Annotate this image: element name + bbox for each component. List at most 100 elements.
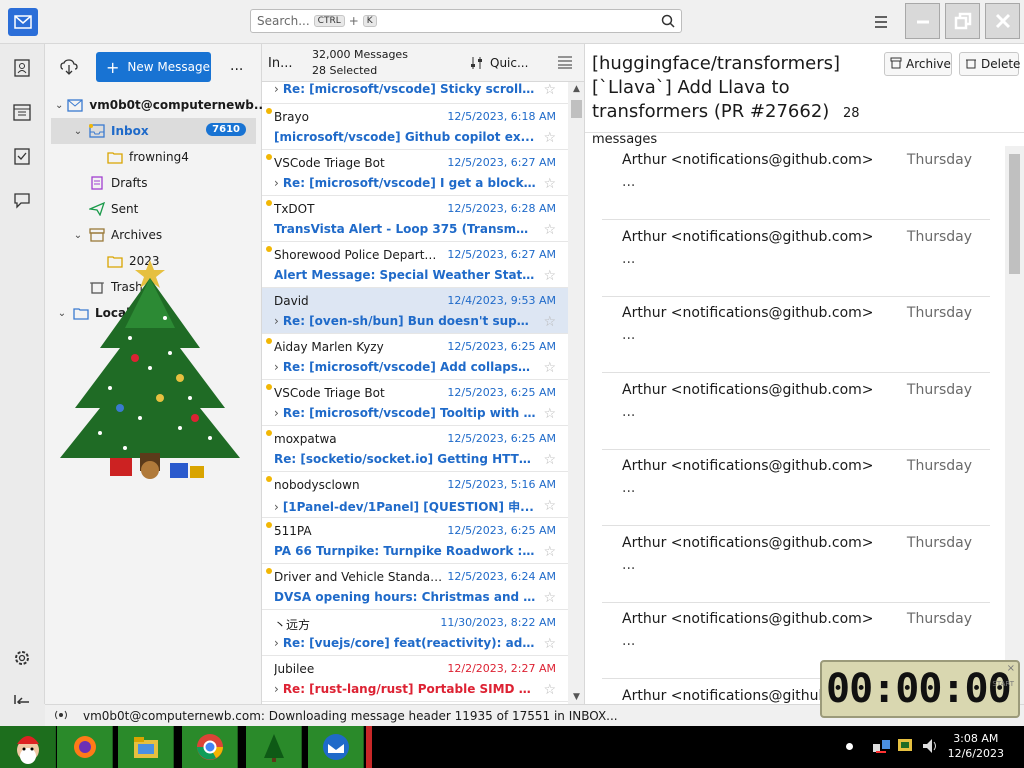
message-row[interactable]: Driver and Vehicle Standards ... 12/5/202… xyxy=(262,564,568,610)
countdown-timer-widget[interactable]: 00:00:00 START × xyxy=(820,660,1020,718)
thread-chevron-icon[interactable]: › xyxy=(274,82,279,96)
star-icon[interactable]: ☆ xyxy=(543,268,556,284)
star-icon[interactable]: ☆ xyxy=(543,222,556,238)
account-mail-icon xyxy=(67,98,84,112)
message-subject: › [1Panel-dev/1Panel] [QUESTION] 申... xyxy=(274,498,536,515)
scroll-thumb[interactable] xyxy=(1009,154,1020,274)
get-messages-icon[interactable] xyxy=(59,58,79,79)
thread-message-row[interactable]: Arthur <notifications@github.com> Thursda… xyxy=(602,144,990,220)
tasks-icon[interactable] xyxy=(12,146,32,166)
folder-archives[interactable]: ⌄ Archives xyxy=(45,222,262,248)
star-icon[interactable]: ☆ xyxy=(543,176,556,192)
thread-chevron-icon[interactable]: › xyxy=(274,176,279,190)
thread-sender: Arthur <notifications@github.com> xyxy=(622,228,874,245)
volume-icon[interactable] xyxy=(920,736,940,759)
thread-chevron-icon[interactable]: › xyxy=(274,682,279,696)
message-list-scrollbar[interactable]: ▲ ▼ xyxy=(568,82,584,704)
file-explorer-taskbar-icon[interactable] xyxy=(118,726,174,768)
network-icon[interactable] xyxy=(872,736,892,759)
notification-dot-icon[interactable] xyxy=(846,743,853,750)
message-row[interactable]: moxpatwa 12/5/2023, 6:25 AM Re: [socketio/… xyxy=(262,426,568,472)
chevron-down-icon[interactable]: ⌄ xyxy=(71,126,85,137)
calendar-icon[interactable] xyxy=(12,102,32,122)
chat-icon[interactable] xyxy=(12,190,32,210)
archive-button[interactable]: Archive xyxy=(884,52,952,76)
thunderbird-taskbar-icon[interactable] xyxy=(308,726,364,768)
message-row[interactable]: Aiday Marlen Kyzy 12/5/2023, 6:25 AM › Re: … xyxy=(262,334,568,380)
message-row[interactable]: 丶远方 11/30/2023, 8:22 AM › Re: [vuejs/core] … xyxy=(262,610,568,656)
sent-icon xyxy=(87,201,106,217)
message-subject: › Re: [vuejs/core] feat(reactivity): add … xyxy=(274,636,536,650)
star-icon[interactable]: ☆ xyxy=(543,314,556,330)
message-row[interactable]: David 12/4/2023, 9:53 AM › Re: [oven-sh/bun… xyxy=(262,288,568,334)
thread-chevron-icon[interactable]: › xyxy=(274,314,279,328)
thread-chevron-icon[interactable]: › xyxy=(274,636,279,650)
scroll-thumb[interactable] xyxy=(571,100,582,118)
app-menu-icon[interactable] xyxy=(870,12,892,32)
star-icon[interactable]: ☆ xyxy=(543,544,556,560)
settings-gear-icon[interactable] xyxy=(12,648,32,668)
delete-button[interactable]: Delete xyxy=(959,52,1020,76)
star-icon[interactable]: ☆ xyxy=(543,636,556,652)
christmas-tree-taskbar-icon[interactable] xyxy=(246,726,302,768)
folder-drafts[interactable]: Drafts xyxy=(45,170,262,196)
timer-start-label[interactable]: START xyxy=(992,680,1014,688)
search-icon[interactable] xyxy=(661,14,675,31)
search-input[interactable]: Search... CTRL + K xyxy=(250,9,682,33)
folder-frowning4[interactable]: frowning4 xyxy=(45,144,262,170)
thread-sender: Arthur <notifications@github.com> xyxy=(622,458,874,474)
message-row[interactable]: VSCode Triage Bot 12/5/2023, 6:25 AM › Re: … xyxy=(262,380,568,426)
firefox-taskbar-icon[interactable] xyxy=(57,726,113,768)
thread-chevron-icon[interactable]: › xyxy=(274,406,279,420)
star-icon[interactable]: ☆ xyxy=(543,82,556,98)
chrome-taskbar-icon[interactable] xyxy=(182,726,238,768)
star-icon[interactable]: ☆ xyxy=(543,130,556,146)
online-status-icon[interactable] xyxy=(53,708,69,725)
message-row[interactable]: › Re: [microsoft/vscode] Sticky scroll s.… xyxy=(262,68,568,104)
message-row[interactable]: 511PA 12/5/2023, 6:25 AM PA 66 Turnpike: T… xyxy=(262,518,568,564)
close-button[interactable] xyxy=(985,3,1020,39)
restore-button[interactable] xyxy=(945,3,980,39)
message-row[interactable]: nobodysclown 12/5/2023, 5:16 AM › [1Panel-d… xyxy=(262,472,568,518)
chevron-down-icon[interactable]: ⌄ xyxy=(71,230,85,241)
new-message-button[interactable]: + New Message xyxy=(96,52,211,82)
message-sender: VSCode Triage Bot xyxy=(274,156,385,170)
thread-chevron-icon[interactable]: › xyxy=(274,500,279,514)
mail-app-icon[interactable] xyxy=(8,8,38,36)
reading-pane-scrollbar[interactable] xyxy=(1005,146,1024,704)
account-row[interactable]: ⌄ vm0b0t@computernewb... xyxy=(45,92,262,118)
message-subject: › Re: [microsoft/vscode] I get a block c.… xyxy=(274,176,536,190)
thread-message-row[interactable]: Arthur <notifications@github.com> Thursda… xyxy=(602,527,990,603)
taskbar-clock[interactable]: 3:08 AM 12/6/2023 xyxy=(948,731,1004,761)
scroll-down-icon[interactable]: ▼ xyxy=(573,692,580,702)
star-icon[interactable]: ☆ xyxy=(543,590,556,606)
thread-chevron-icon[interactable]: › xyxy=(274,360,279,374)
message-row[interactable]: Jubilee 12/2/2023, 2:27 AM › Re: [rust-lang… xyxy=(262,656,568,702)
message-row[interactable]: Shorewood Police Departme... 12/5/2023, 6… xyxy=(262,242,568,288)
star-icon[interactable]: ☆ xyxy=(543,360,556,376)
thread-message-row[interactable]: Arthur <notifications@github.com> Thursda… xyxy=(602,221,990,297)
folder-inbox[interactable]: ⌄ Inbox 7610 xyxy=(51,118,256,144)
star-icon[interactable]: ☆ xyxy=(543,682,556,698)
star-icon[interactable]: ☆ xyxy=(543,406,556,422)
scroll-up-icon[interactable]: ▲ xyxy=(573,84,580,94)
message-row[interactable]: TxDOT 12/5/2023, 6:28 AM TransVista Alert … xyxy=(262,196,568,242)
message-row[interactable]: VSCode Triage Bot 12/5/2023, 6:27 AM › Re: … xyxy=(262,150,568,196)
folder-pane-menu-button[interactable]: ... xyxy=(230,58,243,74)
timer-close-icon[interactable]: × xyxy=(1007,663,1015,674)
minimize-button[interactable] xyxy=(905,3,940,39)
account-name: vm0b0t@computernewb... xyxy=(89,98,262,112)
message-sender: Jubilee xyxy=(274,662,315,676)
start-button-santa-icon[interactable] xyxy=(0,726,56,768)
archive-icon xyxy=(890,57,902,72)
chevron-down-icon[interactable]: ⌄ xyxy=(55,100,63,111)
star-icon[interactable]: ☆ xyxy=(543,452,556,468)
thread-message-row[interactable]: Arthur <notifications@github.com> Thursda… xyxy=(602,374,990,450)
message-row[interactable]: Brayo 12/5/2023, 6:18 AM [microsoft/vscode… xyxy=(262,104,568,150)
address-book-icon[interactable] xyxy=(12,58,32,78)
star-icon[interactable]: ☆ xyxy=(543,498,556,514)
folder-sent[interactable]: Sent xyxy=(45,196,262,222)
thread-message-row[interactable]: Arthur <notifications@github.com> Thursda… xyxy=(602,297,990,373)
thread-message-row[interactable]: Arthur <notifications@github.com> Thursda… xyxy=(602,450,990,526)
system-tray-icon[interactable] xyxy=(896,736,916,759)
